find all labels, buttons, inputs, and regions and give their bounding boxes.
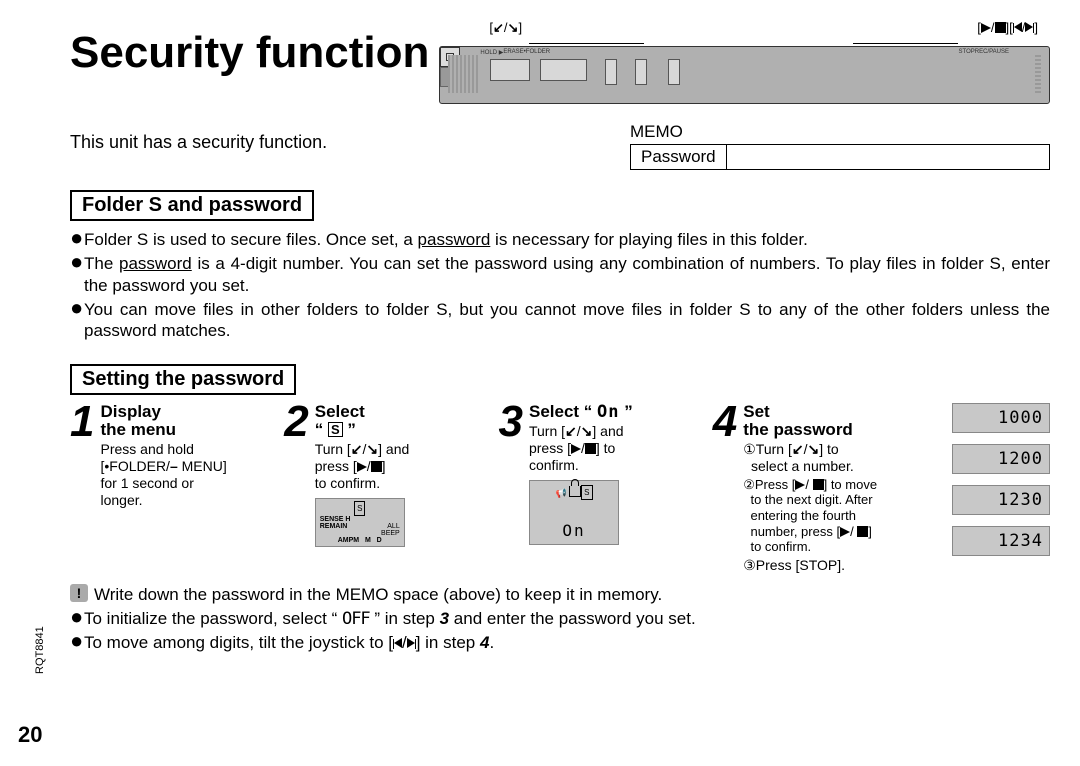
device-label: REC/PAUSE (975, 49, 1009, 56)
step-3: 3 Select “ On ” Turn [↙/↘] andpress [/] … (499, 403, 689, 544)
intro-text: This unit has a security function. (70, 122, 630, 170)
lcd-screen: 📢 S On (529, 480, 619, 545)
manual-page: Security function [↙/↘] [/][/] HOLD ▶ ER… (0, 0, 1080, 766)
device-label: ERASE (503, 49, 523, 56)
step-desc: Turn [↙/↘] andpress [/]to confirm. (315, 441, 410, 491)
note: To move among digits, tilt the joystick … (84, 632, 494, 654)
step-title: Select “ On ” (529, 403, 633, 421)
page-number: 20 (18, 722, 42, 748)
memo-row-label: Password (631, 145, 727, 169)
page-title: Security function (70, 28, 429, 78)
device-label: •FOLDER (524, 49, 550, 56)
lcd-sequence: 1000 1200 1230 1234 (952, 403, 1050, 561)
lcd-value: 1000 (952, 403, 1050, 433)
notes: ! Write down the password in the MEMO spa… (70, 584, 1050, 654)
bullet: Folder S is used to secure files. Once s… (84, 229, 1050, 250)
step-desc: ②Press [/ ] to move to the next digit. A… (743, 477, 877, 555)
step-2: 2 Select“ S ” Turn [↙/↘] andpress [/]to … (284, 403, 474, 546)
lcd-value: 1234 (952, 526, 1050, 556)
bullet: The password is a 4-digit number. You ca… (84, 253, 1050, 296)
step-number: 4 (713, 403, 737, 441)
step-number: 3 (499, 403, 523, 441)
step-4: 4 Setthe password ①Turn [↙/↘] to select … (713, 403, 928, 573)
lcd-value: 1200 (952, 444, 1050, 474)
device-label: STOP (959, 49, 975, 56)
memo-field (727, 145, 1049, 169)
step-title: Displaythe menu (100, 403, 226, 439)
device-illustration: [↙/↘] [/][/] HOLD ▶ ERASE •FOLDER STOP R… (439, 28, 1050, 104)
step-desc: Press and hold[•FOLDER/– MENU]for 1 seco… (100, 441, 226, 508)
bullet: You can move files in other folders to f… (84, 299, 1050, 342)
memo-title: MEMO (630, 122, 1050, 142)
section-heading: Folder S and password (70, 190, 314, 221)
step-number: 1 (70, 403, 94, 441)
step-desc: ③Press [STOP]. (743, 557, 877, 574)
section-heading: Setting the password (70, 364, 296, 395)
lcd-value: 1230 (952, 485, 1050, 515)
memo-block: MEMO Password (630, 122, 1050, 170)
lcd-screen: S SENSE H REMAINALLBEEP AMPM M D (315, 498, 405, 547)
step-desc: Turn [↙/↘] andpress [/] toconfirm. (529, 423, 633, 473)
annot-play-icon: [/][/] (977, 20, 1038, 35)
step-1: 1 Displaythe menu Press and hold[•FOLDER… (70, 403, 260, 508)
step-title: Select“ S ” (315, 403, 410, 439)
step-title: Setthe password (743, 403, 877, 439)
step-desc: ①Turn [↙/↘] to select a number. (743, 441, 877, 475)
note: To initialize the password, select “ OFF… (84, 608, 696, 630)
note: Write down the password in the MEMO spac… (94, 584, 662, 606)
warning-icon: ! (70, 584, 88, 602)
device-label: HOLD ▶ (480, 49, 503, 56)
step-number: 2 (284, 403, 308, 441)
annot-joystick-icon: [↙/↘] (489, 20, 522, 36)
part-number: RQT8841 (34, 626, 46, 674)
